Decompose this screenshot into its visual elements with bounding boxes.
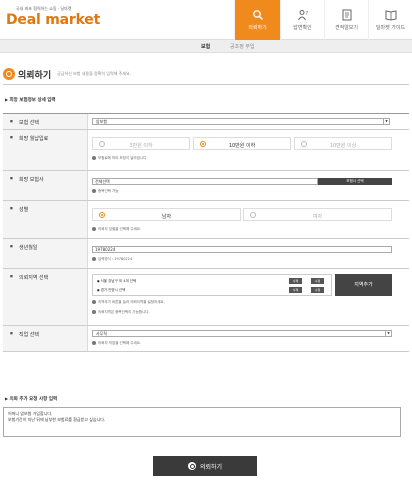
- row-insurer: 희망 보험사 전체선택 보험사 선택 중복선택 가능: [3, 171, 409, 201]
- main-nav: 의뢰하기 ? 답변확인 견적알보기 딜마켓 가이드: [234, 0, 412, 40]
- occupation-select[interactable]: 사무직 ▼: [92, 330, 392, 337]
- subnav-second[interactable]: 공조정 부입: [230, 43, 255, 50]
- insurance-type-value: 암보험: [96, 119, 108, 124]
- row-insurance-type: 보험 선택 암보험 ▼: [3, 114, 409, 130]
- page-title: 의뢰하기: [18, 70, 52, 81]
- request-textarea[interactable]: 어머니 암보험 가입합니다. 보험기간이 지난 뒤에 납부한 보험료를 환급받고…: [3, 407, 401, 437]
- premium-option-label: 3만원 이하: [129, 143, 153, 149]
- region-item-1: 서울 강남구 외 4개 선택: [97, 279, 137, 284]
- sub-nav: 보험 공조정 부입: [0, 40, 412, 53]
- premium-option-1[interactable]: 3만원 이하: [92, 137, 190, 150]
- region-2-delete-button[interactable]: 삭제: [289, 287, 302, 293]
- site-header: 국내 최초 협력하는 쇼핑 · 딜마켓 Deal market 의뢰하기 ? 답…: [0, 0, 412, 40]
- nav-label: 답변확인: [293, 25, 312, 31]
- page-title-bar: 의뢰하기 궁금하신 보험 내용을 정확히 입력해 주세요.: [3, 67, 409, 81]
- nav-quotes[interactable]: 견적알보기: [324, 0, 368, 40]
- premium-option-label: 10만원 이하: [228, 143, 256, 149]
- label-gender: 성별: [10, 206, 28, 213]
- request-form: 보험 선택 암보험 ▼ 희망 월납입료 3만원 이하 10만원 이하 10만원 …: [3, 113, 409, 352]
- nav-label: 딜마켓 가이드: [375, 25, 406, 31]
- occupation-value: 사무직: [96, 331, 108, 336]
- insurer-select-button[interactable]: 보험사 선택: [318, 178, 392, 185]
- section-heading-request: 의뢰 추가 요청 사항 입력: [5, 396, 57, 402]
- nav-answers[interactable]: ? 답변확인: [280, 0, 324, 40]
- gender-option-label: 남자: [161, 214, 172, 220]
- insurance-type-select[interactable]: 암보험 ▼: [92, 118, 390, 125]
- insurer-hint: 중복선택 가능: [92, 189, 118, 194]
- label-monthly-premium: 희망 월납입료: [10, 135, 48, 142]
- birthdate-input[interactable]: 19780224: [92, 246, 392, 253]
- site-logo[interactable]: 국내 최초 협력하는 쇼핑 · 딜마켓 Deal market: [6, 6, 100, 28]
- search-icon: [3, 68, 15, 80]
- request-line-2: 보험기간이 지난 뒤에 납부한 보험료를 환급받고 싶습니다.: [8, 417, 106, 422]
- book-icon: [385, 10, 396, 21]
- submit-request-button[interactable]: 의뢰하기: [153, 456, 257, 476]
- nav-label: 견적알보기: [334, 25, 358, 31]
- insurer-field[interactable]: 전체선택: [92, 178, 318, 185]
- region-list: 서울 강남구 외 4개 선택 경기 안양시 선택 삭제 수정 삭제 수정: [92, 274, 332, 296]
- row-occupation: 직업 선택 사무직 ▼ 의뢰자 직업을 선택해 주세요.: [3, 326, 409, 352]
- gender-option-female[interactable]: 여자: [243, 208, 392, 221]
- region-1-delete-button[interactable]: 삭제: [289, 278, 302, 284]
- region-2-edit-button[interactable]: 수정: [311, 287, 324, 293]
- gender-option-male[interactable]: 남자: [92, 208, 241, 221]
- row-birthdate: 생년월일 19780224 입력방식 : 19780224: [3, 239, 409, 269]
- occupation-hint: 의뢰자 직업을 선택해 주세요.: [92, 341, 141, 346]
- premium-option-label: 10만원 이상: [329, 143, 357, 149]
- gender-option-label: 여자: [312, 214, 323, 220]
- region-item-2: 경기 안양시 선택: [97, 288, 126, 293]
- row-region: 의뢰지역 선택 서울 강남구 외 4개 선택 경기 안양시 선택 삭제 수정 삭…: [3, 269, 409, 326]
- title-divider: [3, 84, 409, 85]
- nav-guide[interactable]: 딜마켓 가이드: [368, 0, 412, 40]
- region-hint-2: 의뢰지역은 중복선택이 가능합니다.: [92, 310, 150, 315]
- label-region: 의뢰지역 선택: [10, 274, 48, 281]
- row-monthly-premium: 희망 월납입료 3만원 이하 10만원 이하 10만원 이상 보험료에 따라 보…: [3, 130, 409, 171]
- region-hint-1: 지역추가 버튼을 눌러 의뢰지역을 설정하세요.: [92, 300, 165, 305]
- page-subtitle: 궁금하신 보험 내용을 정확히 입력해 주세요.: [57, 71, 131, 76]
- nav-label: 의뢰하기: [248, 25, 267, 31]
- logo-wordmark: Deal market: [6, 12, 100, 28]
- premium-option-3[interactable]: 10만원 이상: [294, 137, 392, 150]
- person-question-icon: ?: [297, 10, 308, 21]
- label-insurer: 희망 보험사: [10, 176, 43, 183]
- birthdate-hint: 입력방식 : 19780224: [92, 257, 132, 262]
- logo-rest: eal market: [17, 12, 101, 28]
- search-icon: [187, 462, 196, 470]
- chevron-down-icon: ▼: [383, 119, 389, 124]
- label-insurance-type: 보험 선택: [10, 119, 39, 126]
- label-birthdate: 생년월일: [10, 244, 38, 251]
- premium-option-2[interactable]: 10만원 이하: [193, 137, 291, 150]
- search-person-icon: [252, 10, 263, 21]
- region-1-edit-button[interactable]: 수정: [311, 278, 324, 284]
- section-heading-details: 희망 보험정보 상세 입력: [5, 97, 55, 103]
- submit-label: 의뢰하기: [199, 463, 223, 471]
- subnav-insurance[interactable]: 보험: [201, 43, 210, 50]
- nav-request[interactable]: 의뢰하기: [234, 0, 280, 40]
- chevron-down-icon: ▼: [385, 331, 391, 336]
- svg-text:?: ?: [305, 11, 308, 17]
- add-region-button[interactable]: 지역추가: [335, 274, 392, 296]
- row-gender: 성별 남자 여자 의뢰자 성별을 선택해 주세요.: [3, 201, 409, 239]
- document-icon: [342, 9, 351, 21]
- premium-hint: 보험료에 따라 보장이 달라집니다: [92, 156, 146, 161]
- logo-prefix: D: [6, 12, 18, 28]
- label-occupation: 직업 선택: [10, 331, 39, 338]
- gender-hint: 의뢰자 성별을 선택해 주세요.: [92, 227, 141, 232]
